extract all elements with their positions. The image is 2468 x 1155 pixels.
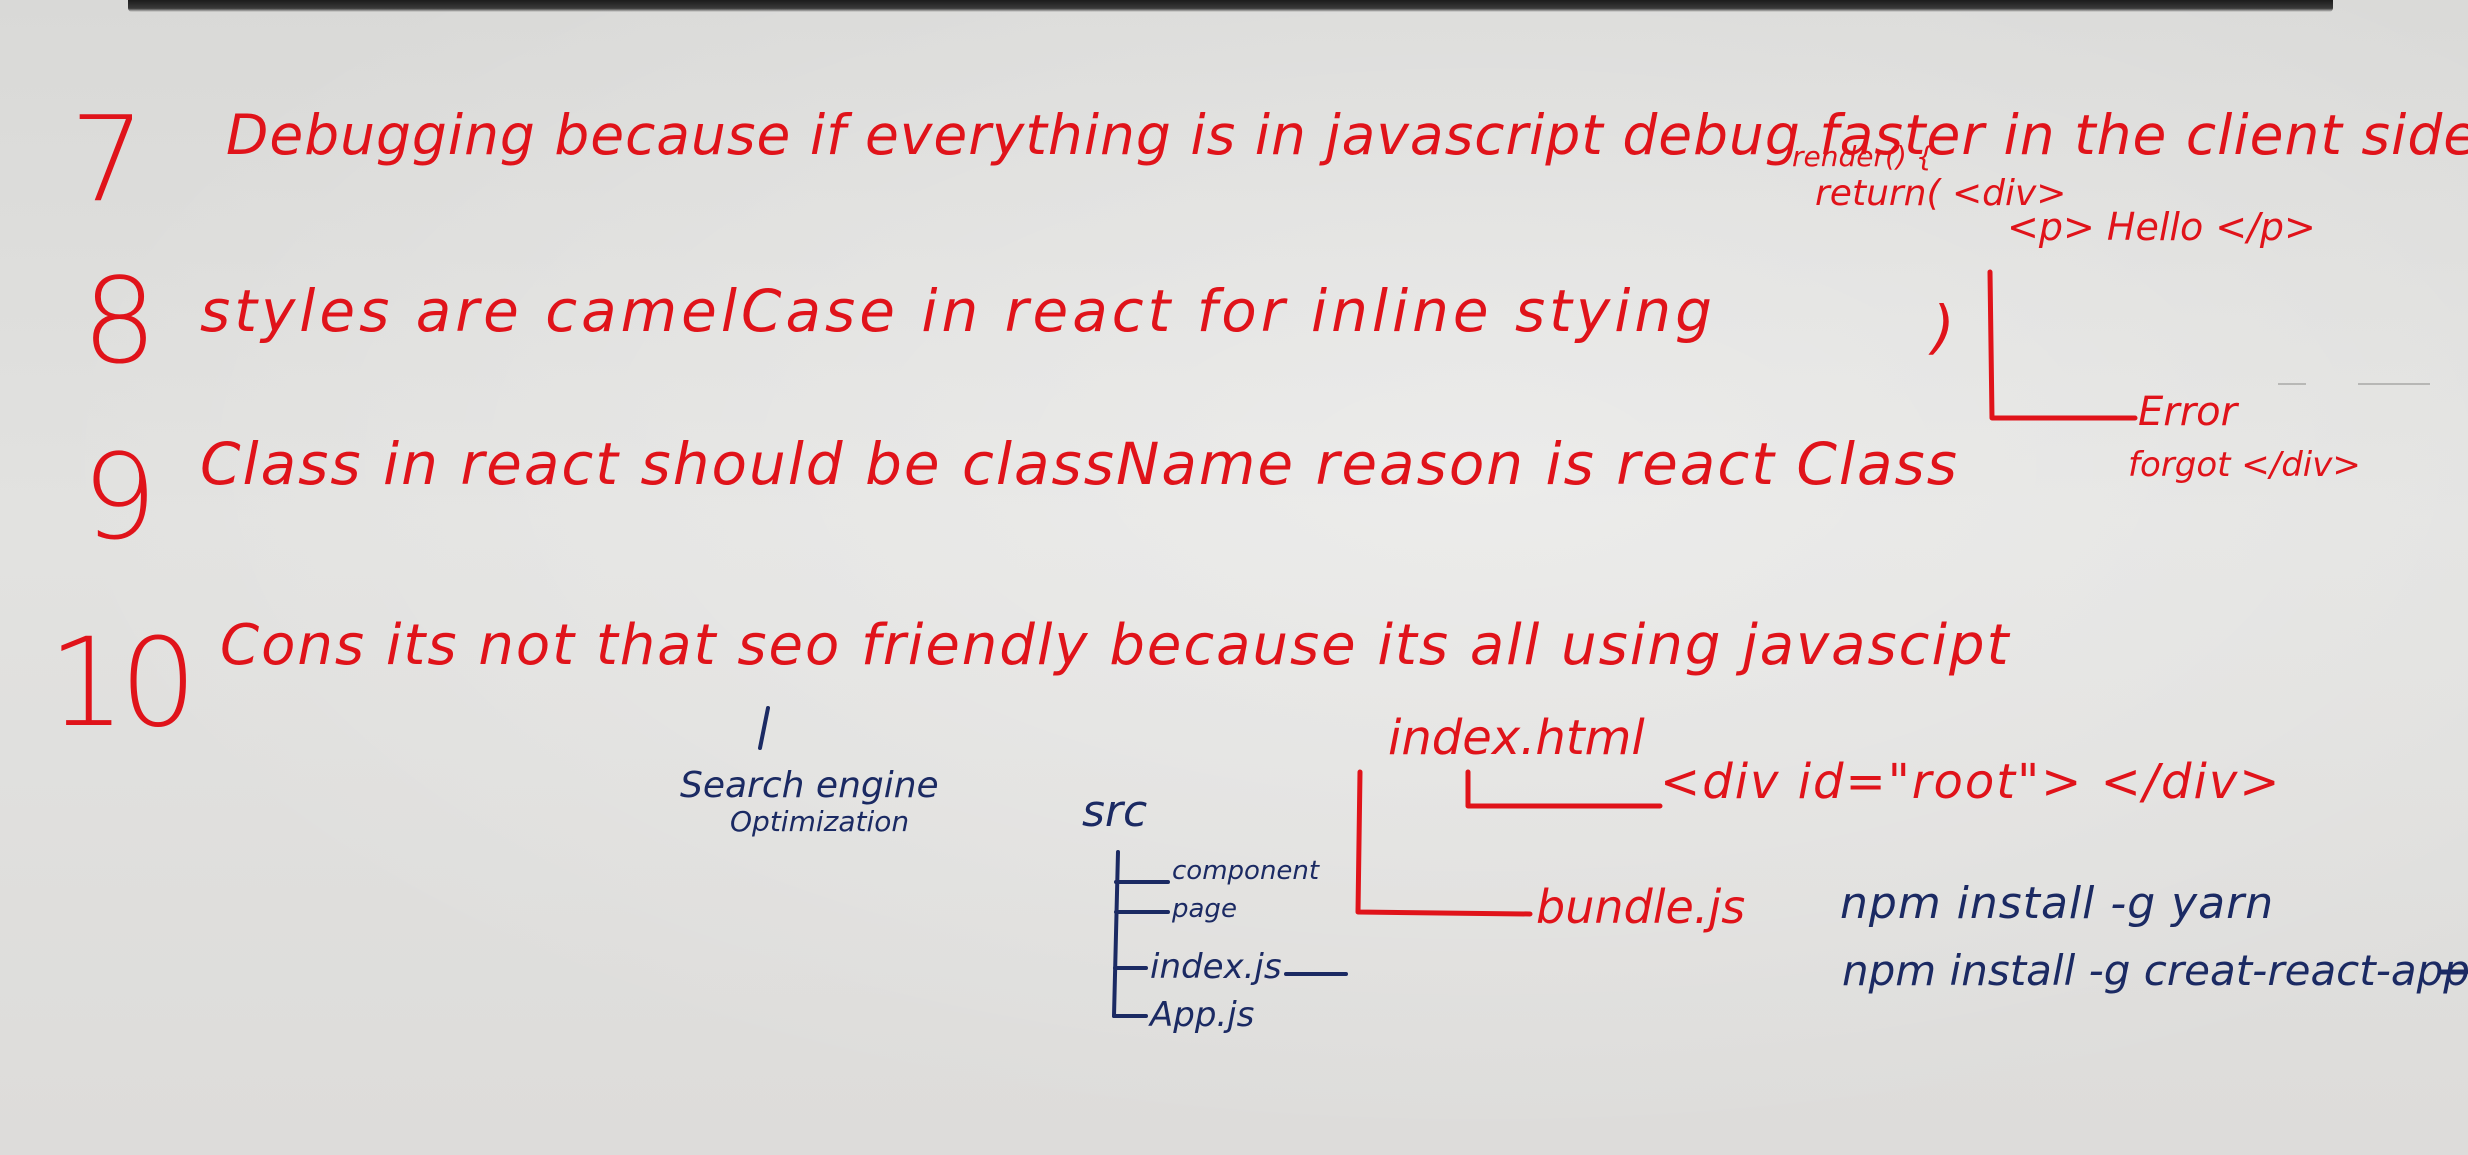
item-text-8: styles are camelCase in react for inline… (200, 277, 1716, 345)
index-html-label: index.html (1388, 710, 1645, 766)
file-tree-item-app-js: App.js (1150, 995, 1255, 1035)
npm-command-2: npm install -g creat-react-app (1842, 946, 2468, 995)
render-example-line3: <p> Hello </p> (2007, 205, 2316, 249)
file-tree-item-component: component (1172, 856, 1320, 886)
file-tree-item-index-js: index.js (1150, 947, 1282, 987)
item-text-10: Cons its not that seo friendly because i… (220, 613, 2011, 678)
item-number-8: 8 (82, 252, 158, 390)
render-example-line1: render() { (1792, 140, 1934, 173)
file-tree-root: src (1082, 786, 1148, 837)
item-text-9: Class in react should be className reaso… (200, 430, 1959, 498)
render-example-line4: ) (1932, 293, 1955, 361)
bundle-js-label: bundle.js (1536, 880, 1746, 934)
item-text-7: Debugging because if everything is in ja… (226, 103, 2468, 167)
seo-note-line2: Optimization (730, 805, 910, 838)
seo-note-line1: Search engine (680, 765, 939, 806)
render-error-note: forgot </div> (2128, 445, 2361, 485)
whiteboard-frame-top (128, 0, 2333, 12)
item-number-7: 7 (70, 90, 146, 228)
item-number-10: 10 (48, 612, 197, 754)
root-div-label: <div id="root"> </div> (1660, 754, 2282, 810)
item-number-9: 9 (82, 428, 158, 566)
render-error-label: Error (2138, 389, 2238, 435)
npm-command-1: npm install -g yarn (1840, 878, 2275, 929)
file-tree-item-page: page (1172, 894, 1237, 924)
